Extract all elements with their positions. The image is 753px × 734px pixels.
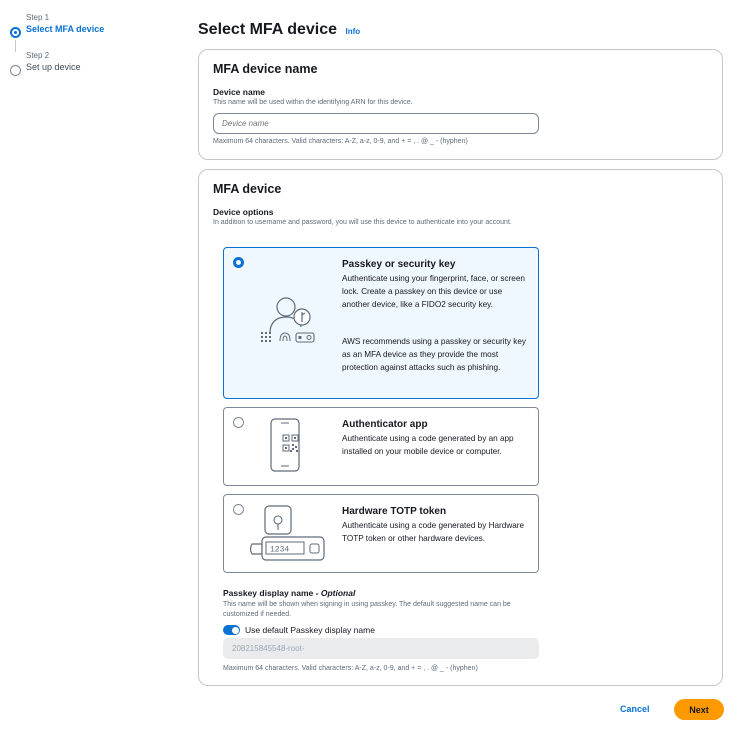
device-name-card-heading: MFA device name [213, 62, 318, 76]
step-2-number: Step 2 [26, 51, 50, 60]
option-authenticator-app[interactable]: Authenticator app Authenticate using a c… [223, 407, 539, 486]
authenticator-app-radio[interactable] [233, 417, 244, 428]
hardware-totp-title: Hardware TOTP token [342, 506, 447, 517]
device-options-description: In addition to username and password, yo… [213, 219, 512, 226]
mfa-device-card: MFA device Device options In addition to… [198, 169, 723, 686]
authenticator-app-illustration-icon [270, 418, 300, 472]
option-hardware-totp[interactable]: 1234 Hardware TOTP token Authenticate us… [223, 494, 539, 573]
token-digits: 1234 [270, 546, 289, 555]
default-passkey-toggle-label: Use default Passkey display name [245, 625, 375, 635]
authenticator-app-title: Authenticator app [342, 419, 428, 430]
hardware-totp-radio[interactable] [233, 504, 244, 515]
step-1-number: Step 1 [26, 13, 50, 22]
step-2-title: Set up device [26, 62, 81, 72]
passkey-display-label-text: Passkey display name [223, 588, 314, 598]
mfa-device-card-heading: MFA device [213, 182, 282, 196]
option-passkey[interactable]: Passkey or security key Authenticate usi… [223, 247, 539, 399]
step-1[interactable]: Step 1 Select MFA device [8, 12, 158, 52]
passkey-display-description: This name will be shown when signing in … [223, 601, 511, 618]
hardware-totp-description: Authenticate using a code generated by H… [342, 521, 525, 543]
passkey-description: Authenticate using your fingerprint, fac… [342, 274, 525, 309]
passkey-illustration-icon [261, 297, 315, 343]
passkey-recommendation: AWS recommends using a passkey or securi… [342, 337, 526, 372]
info-link[interactable]: Info [345, 27, 360, 36]
device-name-constraint: Maximum 64 characters. Valid characters:… [213, 138, 468, 145]
step-2-indicator-icon [10, 65, 21, 76]
page-title: Select MFA device Info [198, 21, 360, 39]
default-passkey-toggle[interactable] [223, 625, 240, 635]
device-name-label: Device name [213, 87, 265, 97]
device-name-input[interactable] [213, 113, 539, 134]
hardware-token-illustration-icon: 1234 [249, 505, 325, 561]
step-1-title: Select MFA device [26, 24, 105, 34]
step-1-indicator-icon [10, 27, 21, 38]
default-passkey-toggle-row[interactable]: Use default Passkey display name [223, 625, 375, 635]
step-2: Step 2 Set up device [8, 50, 158, 76]
wizard-steps: Step 1 Select MFA device Step 2 Set up d… [8, 12, 158, 88]
authenticator-app-description: Authenticate using a code generated by a… [342, 434, 514, 456]
device-name-description: This name will be used within the identi… [213, 99, 413, 106]
passkey-display-constraint: Maximum 64 characters. Valid characters:… [223, 665, 478, 672]
passkey-display-label: Passkey display name - Optional [223, 588, 355, 598]
cancel-button[interactable]: Cancel [620, 704, 650, 714]
passkey-display-name-input: 208215845548-root- [223, 638, 539, 659]
page-title-text: Select MFA device [198, 21, 338, 38]
passkey-title: Passkey or security key [342, 259, 456, 270]
device-options-label: Device options [213, 207, 274, 217]
passkey-display-optional: - Optional [315, 588, 356, 598]
device-name-card: MFA device name Device name This name wi… [198, 49, 723, 160]
next-button[interactable]: Next [674, 699, 724, 720]
passkey-radio[interactable] [233, 257, 244, 268]
